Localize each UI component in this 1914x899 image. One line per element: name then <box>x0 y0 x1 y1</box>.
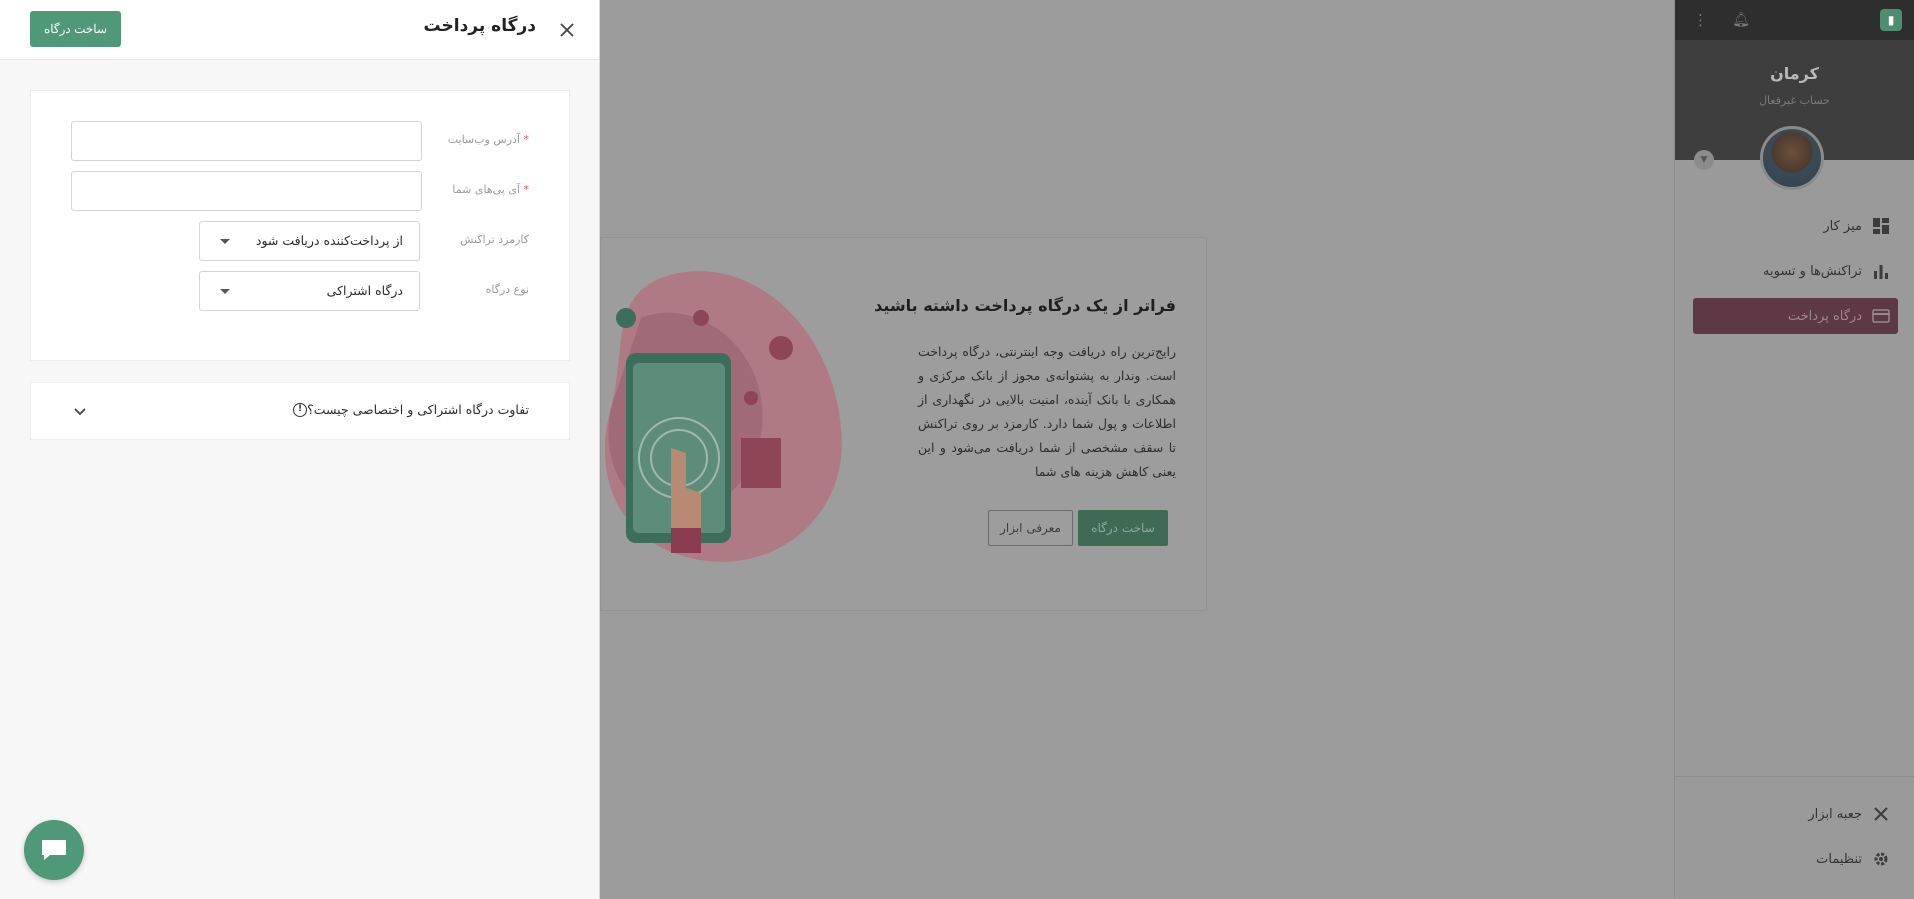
notification-bell-icon[interactable]: 🔔︎ <box>1731 10 1751 30</box>
sidebar-item-transactions[interactable]: تراکنش‌ها و تسویه <box>1693 253 1898 289</box>
website-row: * آدرس وب‌سایت <box>31 121 569 161</box>
gateway-illustration <box>604 271 842 562</box>
sidebar-menu: میز کار تراکنش‌ها و تسویه درگاه پرداخت <box>1693 208 1898 343</box>
website-label: * آدرس وب‌سایت <box>448 133 529 146</box>
right-sidebar: ▮ 🔔︎ ⋮ کرمان حساب غیرفعال ▼ میز کار تراک… <box>1674 0 1914 899</box>
sidebar-divider <box>1675 776 1914 777</box>
caret-down-icon <box>220 289 230 294</box>
sidebar-topbar: ▮ 🔔︎ ⋮ <box>1675 0 1914 40</box>
sidebar-item-label: تراکنش‌ها و تسویه <box>1763 263 1862 279</box>
account-switch-dropdown-icon[interactable]: ▼ <box>1694 150 1714 170</box>
create-gateway-button[interactable]: ساخت درگاه <box>1078 510 1168 546</box>
website-input[interactable] <box>71 121 422 161</box>
fee-label: کارمزد تراکنش <box>459 233 529 246</box>
promo-title: فراتر از یک درگاه پرداخت داشته باشید <box>874 296 1176 315</box>
chat-bubble-icon <box>42 840 66 860</box>
more-options-icon[interactable]: ⋮ <box>1693 9 1708 31</box>
sidebar-item-label: میز کار <box>1823 218 1862 234</box>
sidebar-item-dashboard[interactable]: میز کار <box>1693 208 1898 244</box>
fee-row: کارمزد تراکنش از پرداخت‌کننده دریافت شود <box>31 221 569 261</box>
dashboard-icon <box>1872 217 1890 235</box>
payment-gateway-drawer: درگاه پرداخت ساخت درگاه * آدرس وب‌سایت *… <box>0 0 600 899</box>
sidebar-item-label: جعبه ابزار <box>1808 806 1862 822</box>
faq-question: تفاوت درگاه اشتراکی و اختصاصی چیست؟ <box>307 402 529 417</box>
chat-support-button[interactable] <box>24 820 84 880</box>
submit-create-gateway-button[interactable]: ساخت درگاه <box>30 11 121 47</box>
sidebar-item-label: تنظیمات <box>1816 851 1862 867</box>
chevron-down-icon[interactable] <box>73 405 87 419</box>
gear-icon <box>1872 850 1890 868</box>
introduce-tool-button[interactable]: معرفی ابزار <box>988 510 1073 546</box>
website-label-text: آدرس وب‌سایت <box>447 133 520 146</box>
required-mark: * <box>523 133 530 146</box>
ips-input[interactable] <box>71 171 422 211</box>
drawer-header: درگاه پرداخت ساخت درگاه <box>0 0 599 60</box>
brand-logo-icon: ▮ <box>1880 9 1902 31</box>
account-avatar[interactable] <box>1760 126 1824 190</box>
ips-label: * آی پی‌های شما <box>452 183 529 196</box>
card-icon <box>1872 307 1890 325</box>
required-mark: * <box>523 183 530 196</box>
promo-description: رایج‌ترین راه دریافت وجه اینترنتی، درگاه… <box>918 344 1176 479</box>
gateway-type-label: نوع درگاه <box>485 283 529 296</box>
sidebar-item-tools[interactable]: جعبه ابزار <box>1693 796 1898 832</box>
promo-card: فراتر از یک درگاه پرداخت داشته باشید رای… <box>600 237 1207 611</box>
faq-accordion[interactable]: ! تفاوت درگاه اشتراکی و اختصاصی چیست؟ <box>30 382 570 440</box>
gateway-type-select-value: درگاه اشتراکی <box>326 283 403 298</box>
caret-down-icon <box>220 239 230 244</box>
fee-select[interactable]: از پرداخت‌کننده دریافت شود <box>199 221 420 261</box>
account-name: کرمان <box>1770 64 1819 83</box>
gateway-type-select[interactable]: درگاه اشتراکی <box>199 271 420 311</box>
account-status: حساب غیرفعال <box>1759 94 1830 107</box>
sidebar-item-settings[interactable]: تنظیمات <box>1693 841 1898 877</box>
faq-header: ! تفاوت درگاه اشتراکی و اختصاصی چیست؟ <box>287 402 529 417</box>
sidebar-bottom-menu: جعبه ابزار تنظیمات <box>1693 796 1898 886</box>
ips-label-text: آی پی‌های شما <box>452 183 520 196</box>
tools-icon <box>1872 805 1890 823</box>
close-icon[interactable] <box>555 18 579 42</box>
gateway-form: * آدرس وب‌سایت * آی پی‌های شما کارمزد تر… <box>30 90 570 361</box>
sidebar-item-payment-gateway[interactable]: درگاه پرداخت <box>1693 298 1898 334</box>
gateway-type-row: نوع درگاه درگاه اشتراکی <box>31 271 569 311</box>
fee-select-value: از پرداخت‌کننده دریافت شود <box>255 233 403 248</box>
drawer-title: درگاه پرداخت <box>423 16 537 36</box>
ips-row: * آی پی‌های شما <box>31 171 569 211</box>
info-icon: ! <box>293 402 308 417</box>
bar-chart-icon <box>1872 262 1890 280</box>
sidebar-item-label: درگاه پرداخت <box>1787 308 1862 324</box>
